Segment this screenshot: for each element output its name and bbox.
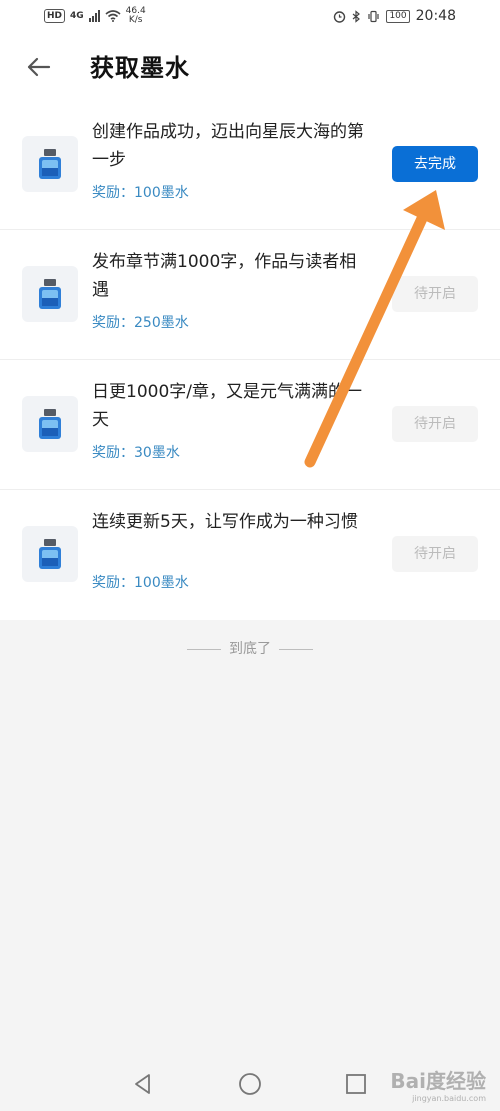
watermark: Bai度经验 jingyan.baidu.com <box>390 1065 486 1103</box>
pending-button: 待开启 <box>392 276 478 312</box>
clock: 20:48 <box>415 8 456 24</box>
status-right: 100 20:48 <box>333 8 456 24</box>
app-header: 获取墨水 <box>0 34 500 100</box>
end-text: 到底了 <box>229 641 271 657</box>
vibrate-icon <box>368 10 380 22</box>
network-speed: 46.4 K/s <box>126 7 146 25</box>
status-bar: HD 4G 46.4 K/s 100 20:48 <box>0 0 500 34</box>
divider <box>187 648 221 650</box>
task-description: 日更1000字/章，又是元气满满的一天 <box>92 382 362 430</box>
battery-indicator: 100 <box>386 9 410 23</box>
task-reward: 奖励：30墨水 <box>92 445 180 461</box>
wifi-icon <box>105 10 121 22</box>
task-item: 日更1000字/章，又是元气满满的一天 奖励：30墨水 待开启 <box>0 360 500 490</box>
status-left: HD 4G 46.4 K/s <box>44 7 146 25</box>
speed-unit: K/s <box>128 15 143 25</box>
hd-badge: HD <box>44 9 66 23</box>
nav-home-icon[interactable] <box>237 1071 263 1097</box>
task-reward: 奖励：250墨水 <box>92 315 189 331</box>
ink-bottle-icon <box>22 136 78 192</box>
watermark-logo: Bai度经验 <box>390 1069 486 1093</box>
task-description: 发布章节满1000字，作品与读者相遇 <box>92 252 357 300</box>
pending-button: 待开启 <box>392 406 478 442</box>
task-item: 连续更新5天，让写作成为一种习惯 奖励：100墨水 待开启 <box>0 490 500 620</box>
ink-bottle-icon <box>22 266 78 322</box>
task-description: 创建作品成功，迈出向星辰大海的第一步 <box>92 122 364 170</box>
task-description: 连续更新5天，让写作成为一种习惯 <box>92 512 358 532</box>
task-reward: 奖励：100墨水 <box>92 575 189 591</box>
nav-recent-icon[interactable] <box>343 1071 369 1097</box>
divider <box>279 648 313 650</box>
arrow-left-icon <box>27 57 51 77</box>
alarm-icon <box>334 10 346 23</box>
system-nav-bar: Bai度经验 jingyan.baidu.com <box>0 1055 500 1111</box>
pending-button: 待开启 <box>392 536 478 572</box>
bluetooth-icon <box>353 9 361 23</box>
task-item: 创建作品成功，迈出向星辰大海的第一步 奖励：100墨水 去完成 <box>0 100 500 230</box>
go-complete-button[interactable]: 去完成 <box>392 146 478 182</box>
watermark-url: jingyan.baidu.com <box>412 1094 486 1103</box>
signal-icon <box>88 10 100 22</box>
ink-bottle-icon <box>22 526 78 582</box>
ink-bottle-icon <box>22 396 78 452</box>
task-list: 创建作品成功，迈出向星辰大海的第一步 奖励：100墨水 去完成 发布章节满100… <box>0 100 500 620</box>
task-reward: 奖励：100墨水 <box>92 185 189 201</box>
page-title: 获取墨水 <box>90 54 190 82</box>
end-of-list: 到底了 <box>0 638 500 658</box>
network-type: 4G <box>70 11 84 21</box>
nav-back-icon[interactable] <box>130 1071 156 1097</box>
task-item: 发布章节满1000字，作品与读者相遇 奖励：250墨水 待开启 <box>0 230 500 360</box>
back-button[interactable] <box>22 50 56 84</box>
